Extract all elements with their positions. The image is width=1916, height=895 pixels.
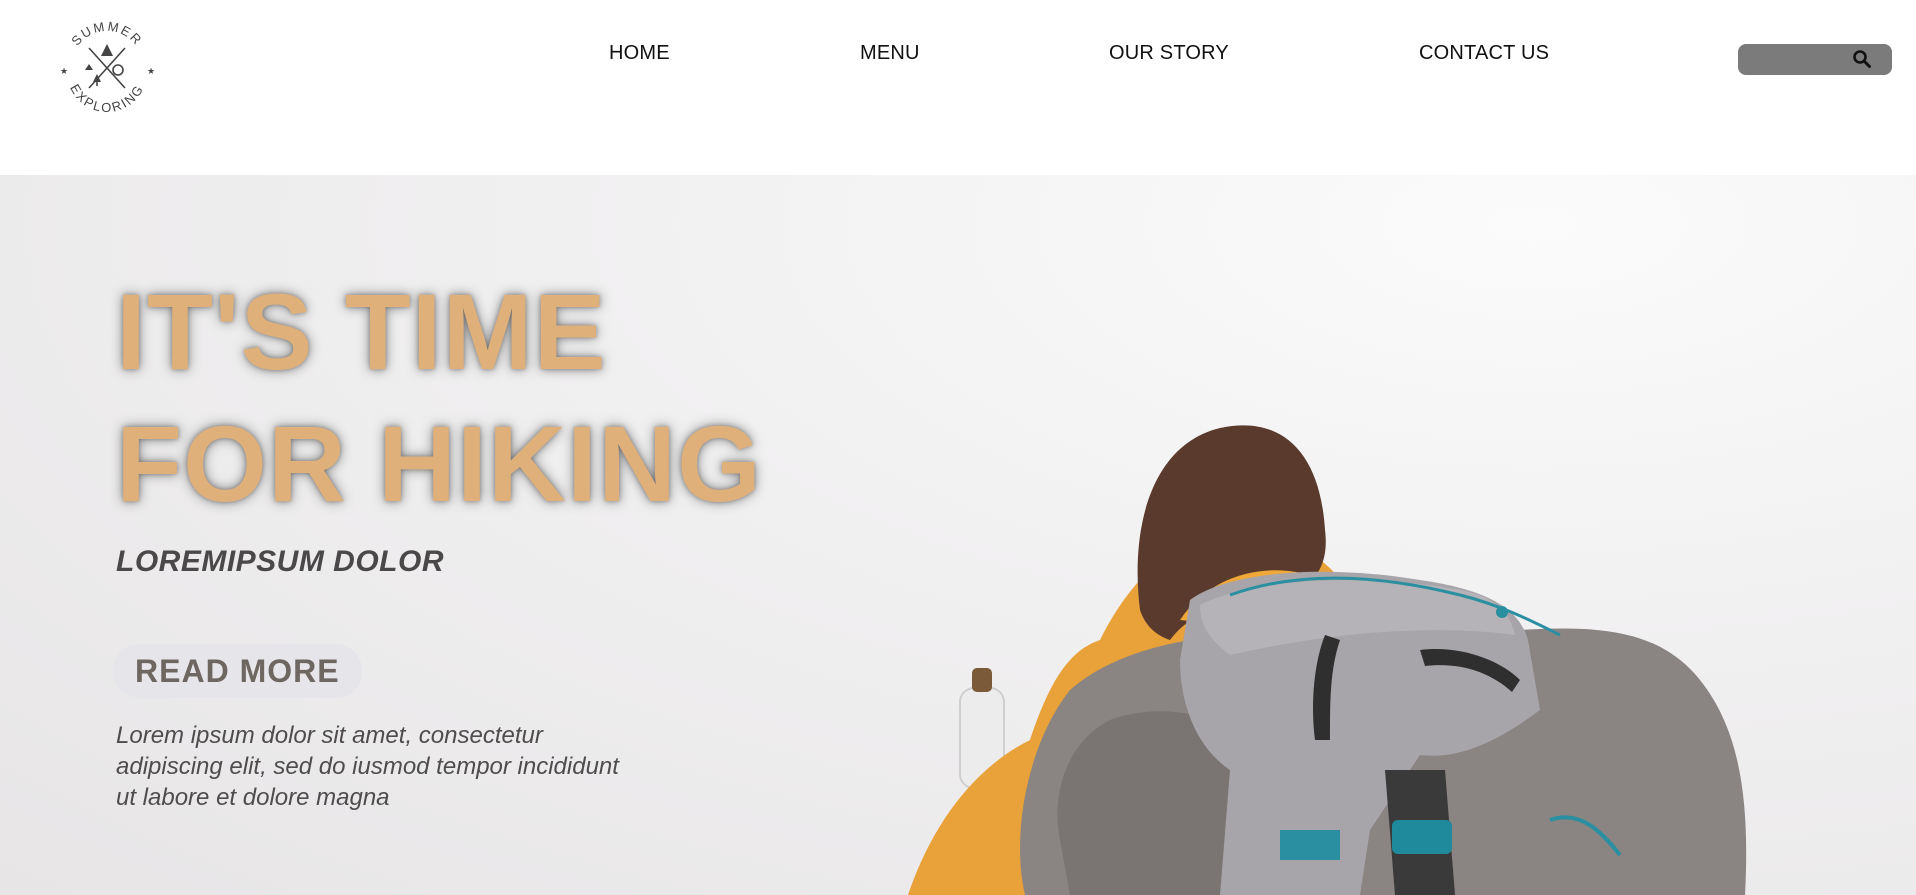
svg-text:EXPLORING: EXPLORING <box>67 81 147 115</box>
hero-subheading: LOREMIPSUM DOLOR <box>116 545 444 578</box>
read-more-button[interactable]: READ MORE <box>113 644 362 698</box>
svg-text:★: ★ <box>147 67 155 77</box>
logo-text-top: SUMMER <box>68 19 144 49</box>
teal-strap-lower <box>1280 830 1340 860</box>
hero-headline: IT'S TIME FOR HIKING <box>116 266 762 530</box>
search-input[interactable] <box>1750 48 1854 72</box>
search-icon[interactable] <box>1852 49 1872 69</box>
summer-exploring-logo[interactable]: SUMMER EXPLORING ★ ★ <box>55 14 159 120</box>
logo-text-bottom: EXPLORING <box>67 81 145 115</box>
hero-headline-line1: IT'S TIME <box>116 271 607 392</box>
nav-menu[interactable]: MENU <box>860 42 920 65</box>
nav-our-story[interactable]: OUR STORY <box>1109 42 1229 65</box>
landing-page: SUMMER EXPLORING ★ ★ HOME MENU OUR STORY… <box>0 0 1916 895</box>
camping-badge-icon <box>85 44 126 89</box>
svg-text:★: ★ <box>60 67 68 77</box>
nav-home[interactable]: HOME <box>609 42 670 65</box>
cord-toggle <box>1496 606 1508 618</box>
search-bar <box>1738 44 1892 75</box>
hero-headline-line2: FOR HIKING <box>116 403 762 524</box>
hiker-with-backpack-image <box>908 425 1747 895</box>
buckle-shape <box>1392 820 1452 854</box>
hero-body-text: Lorem ipsum dolor sit amet, consectetur … <box>116 722 619 811</box>
site-header: SUMMER EXPLORING ★ ★ HOME MENU OUR STORY… <box>0 0 1916 175</box>
svg-text:SUMMER: SUMMER <box>68 19 146 49</box>
nav-contact-us[interactable]: CONTACT US <box>1419 42 1549 65</box>
